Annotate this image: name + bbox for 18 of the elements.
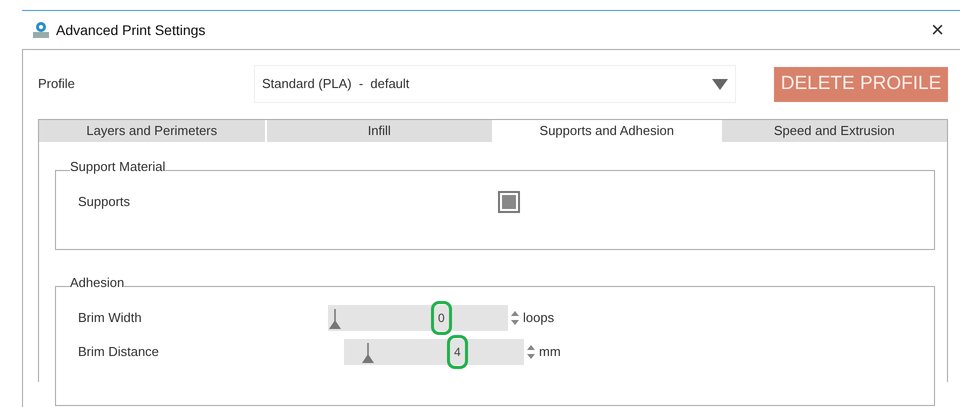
checkbox[interactable] [498,191,520,213]
tab[interactable]: Layers and Perimeters [39,120,266,142]
field-label: Brim Distance [78,343,160,362]
slider-thumb[interactable] [328,309,342,329]
unit-label: mm [539,343,561,362]
close-button[interactable]: × [931,19,944,41]
profile-dropdown[interactable]: Standard (PLA) - default [254,65,736,103]
profile-label: Profile [38,75,76,94]
tab[interactable]: Speed and Extrusion [722,120,947,142]
field-label: Brim Width [78,309,143,328]
caret-icon [712,78,728,90]
field-label: Supports [78,193,132,212]
app-icon [32,21,50,39]
tab[interactable]: Infill [266,120,494,142]
window-title: Advanced Print Settings [56,20,206,40]
group-title: Support Material [70,159,166,175]
unit-label: loops [523,309,554,328]
slider-thumb[interactable] [361,343,376,363]
